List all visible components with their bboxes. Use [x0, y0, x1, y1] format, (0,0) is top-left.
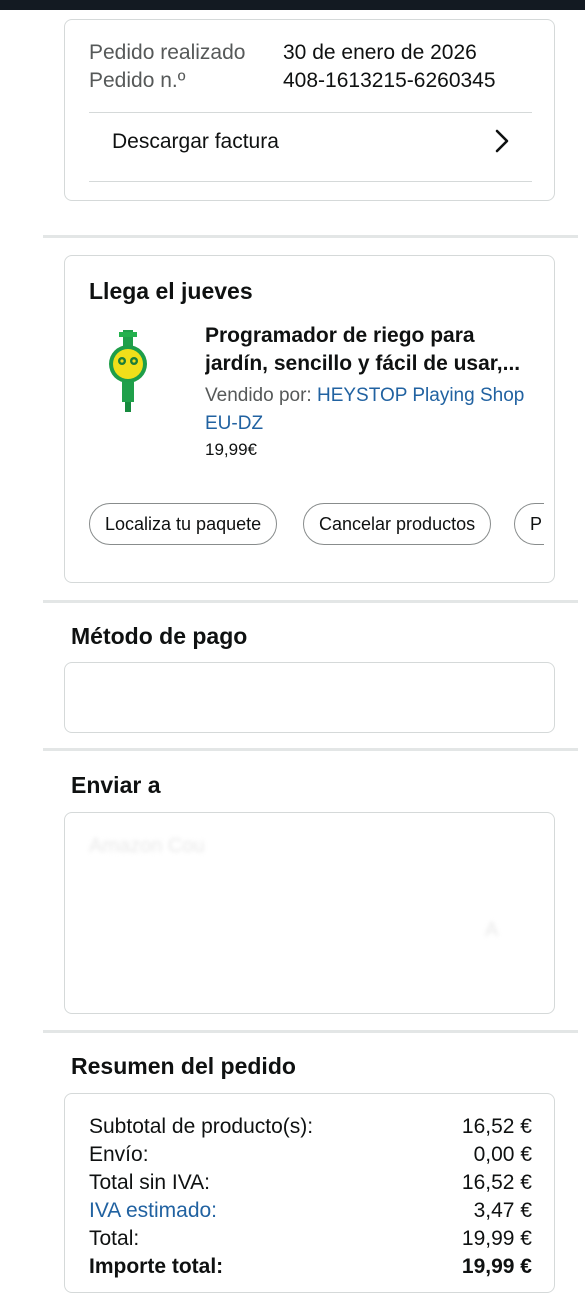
grand-total-value: 19,99 €: [461, 1255, 532, 1278]
total-before-vat-label: Total sin IVA:: [89, 1171, 210, 1194]
address-country-blurred: A: [485, 919, 499, 941]
subtotal-value: 16,52 €: [461, 1115, 532, 1138]
order-placed-date: 30 de enero de 2026: [283, 41, 477, 64]
section-divider: [43, 748, 578, 751]
estimated-vat-value: 3,47 €: [473, 1199, 532, 1222]
top-status-bar: [0, 0, 585, 10]
arrival-heading: Llega el jueves: [89, 278, 253, 304]
divider: [89, 181, 532, 182]
ship-to-heading: Enviar a: [71, 772, 161, 798]
address-name-blurred: Amazon Cou: [89, 835, 205, 857]
order-number-label: Pedido n.º: [89, 69, 186, 92]
shipping-label: Envío:: [89, 1143, 149, 1166]
total-label: Total:: [89, 1227, 140, 1250]
more-actions-button[interactable]: P: [514, 503, 544, 545]
product-title-line1: Programador de riego para: [205, 324, 475, 347]
order-summary-card: Subtotal de producto(s): 16,52 € Envío: …: [64, 1093, 555, 1293]
estimated-vat-link[interactable]: IVA estimado:: [89, 1199, 217, 1223]
chevron-right-icon: [495, 129, 509, 153]
grand-total-label: Importe total:: [89, 1255, 224, 1278]
download-invoice-label: Descargar factura: [112, 130, 279, 153]
shipping-address-card: Amazon Cou A: [64, 812, 555, 1014]
download-invoice-button[interactable]: Descargar factura: [89, 114, 532, 174]
section-divider: [43, 235, 578, 238]
order-number-value: 408-1613215-6260345: [283, 69, 496, 92]
total-before-vat-value: 16,52 €: [461, 1171, 532, 1194]
track-package-button[interactable]: Localiza tu paquete: [89, 503, 278, 545]
subtotal-label: Subtotal de producto(s):: [89, 1115, 314, 1138]
payment-method-heading: Método de pago: [71, 623, 248, 649]
divider: [89, 112, 532, 113]
seller-info: Vendido por: HEYSTOP Playing Shop EU-DZ: [205, 382, 535, 438]
section-divider: [43, 1030, 578, 1033]
seller-prefix: Vendido por:: [205, 385, 317, 406]
payment-method-card[interactable]: [64, 662, 555, 733]
delivery-card: Llega el jueves Programador de riego par…: [64, 255, 555, 583]
cancel-items-button[interactable]: Cancelar productos: [303, 503, 492, 545]
product-title-line2: jardín, sencillo y fácil de usar,...: [205, 352, 521, 375]
order-summary-heading: Resumen del pedido: [71, 1053, 296, 1079]
order-info-card: Pedido realizado 30 de enero de 2026 Ped…: [64, 19, 555, 201]
product-price: 19,99€: [205, 440, 257, 459]
section-divider: [43, 600, 578, 603]
order-placed-label: Pedido realizado: [89, 41, 246, 64]
shipping-value: 0,00 €: [473, 1143, 532, 1166]
product-image[interactable]: [103, 330, 153, 412]
total-value: 19,99 €: [461, 1227, 532, 1250]
product-title-link[interactable]: Programador de riego para jardín, sencil…: [205, 322, 540, 378]
